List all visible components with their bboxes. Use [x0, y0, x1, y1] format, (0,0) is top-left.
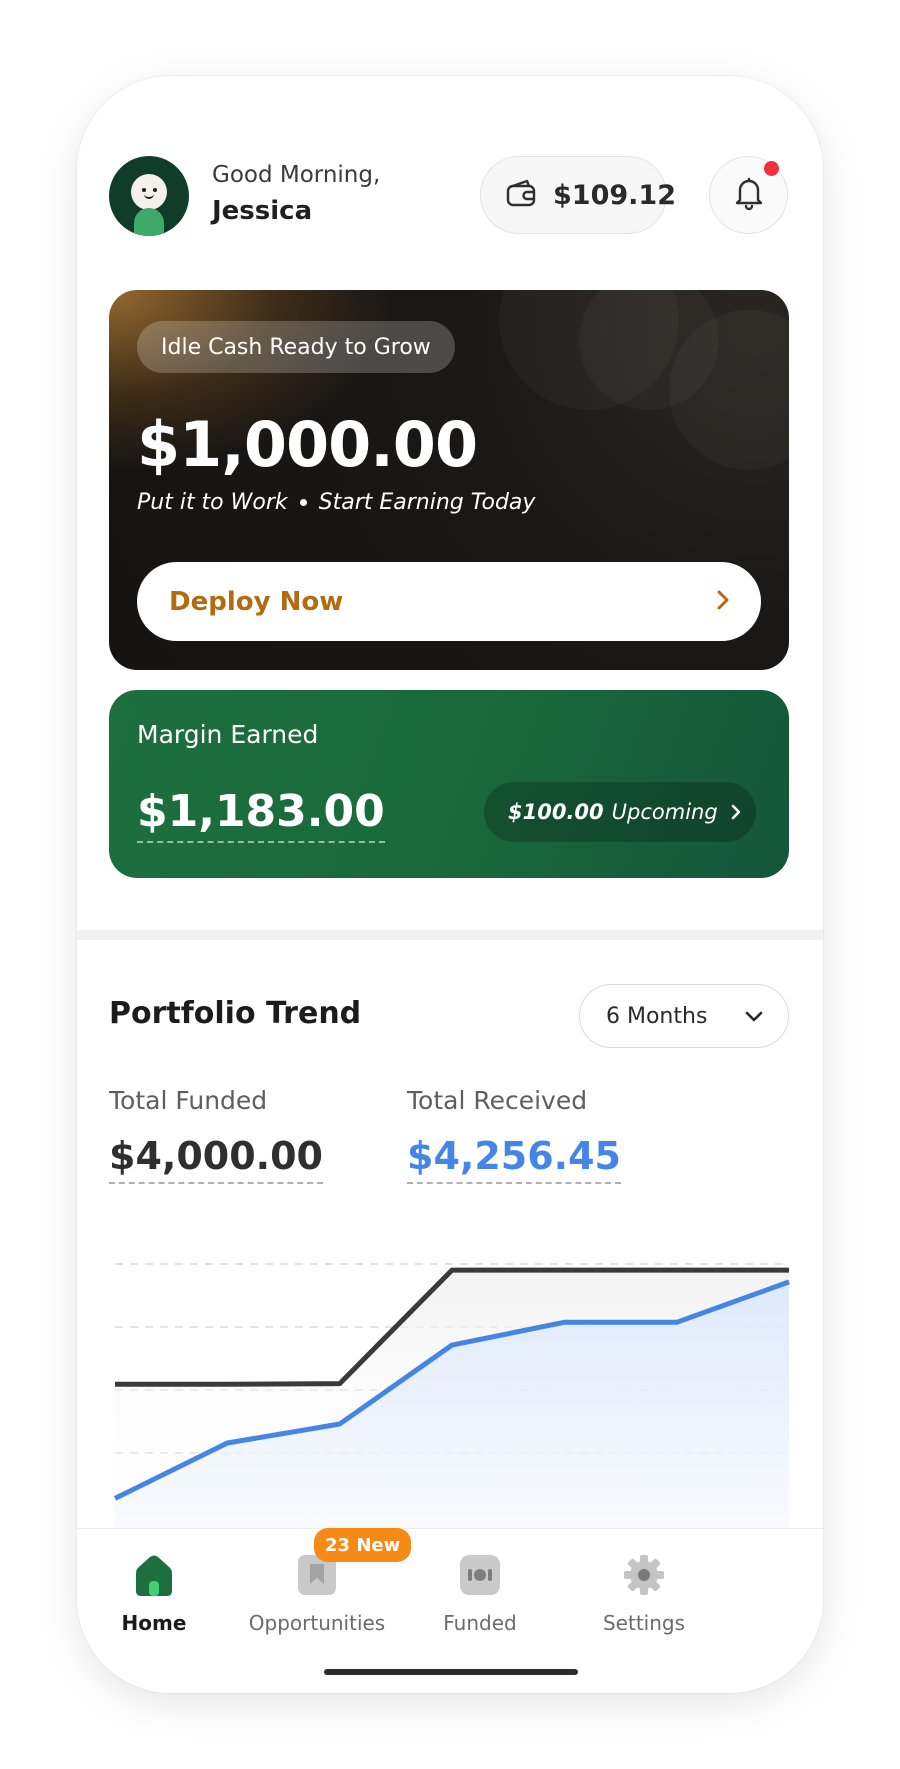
notification-dot: [764, 161, 779, 176]
idle-subtitle-part1: Put it to Work: [137, 490, 288, 515]
upcoming-amount: $100.00: [508, 800, 604, 824]
total-funded-label: Total Funded: [109, 1086, 268, 1115]
home-indicator: [324, 1669, 578, 1675]
chevron-right-icon: [730, 802, 742, 822]
phone-frame: Good Morning, Jessica $109.12 Idle Cash …: [77, 76, 823, 1693]
avatar-face: [131, 174, 167, 210]
idle-cash-tag: Idle Cash Ready to Grow: [137, 321, 455, 373]
period-selected-value: 6 Months: [606, 1003, 708, 1029]
total-received-value[interactable]: $4,256.45: [407, 1134, 621, 1184]
margin-earned-title: Margin Earned: [137, 720, 319, 749]
home-icon: [130, 1551, 178, 1599]
tab-settings[interactable]: Settings: [569, 1551, 719, 1635]
wallet-icon: [505, 177, 539, 213]
section-divider: [77, 930, 823, 940]
deploy-now-label: Deploy Now: [169, 586, 344, 617]
tab-home-label: Home: [121, 1611, 187, 1635]
wallet-balance-value: $109.12: [553, 179, 676, 211]
new-opportunities-badge: 23 New: [314, 1528, 412, 1562]
idle-cash-amount: $1,000.00: [137, 408, 478, 481]
notifications-button[interactable]: [709, 156, 788, 234]
period-dropdown[interactable]: 6 Months: [579, 984, 789, 1048]
tab-funded-label: Funded: [443, 1611, 517, 1635]
funded-icon: [456, 1551, 504, 1599]
idle-cash-subtitle: Put it to Work Start Earning Today: [137, 490, 535, 515]
idle-subtitle-part2: Start Earning Today: [318, 490, 536, 515]
wallet-balance-button[interactable]: $109.12: [480, 156, 676, 234]
tab-home[interactable]: Home: [79, 1551, 229, 1635]
separator-dot: [299, 499, 307, 506]
user-name: Jessica: [212, 196, 313, 226]
margin-earned-card[interactable]: Margin Earned $1,183.00 $100.00 Upcoming: [109, 690, 789, 878]
chevron-down-icon: [744, 1010, 764, 1022]
upcoming-payout-button[interactable]: $100.00 Upcoming: [484, 782, 756, 842]
bell-icon: [732, 175, 766, 215]
greeting-text: Good Morning,: [212, 162, 381, 188]
total-received-label: Total Received: [407, 1086, 588, 1115]
upcoming-label: Upcoming: [611, 800, 718, 824]
idle-cash-card: Idle Cash Ready to Grow $1,000.00 Put it…: [109, 290, 789, 670]
portfolio-trend-title: Portfolio Trend: [109, 996, 362, 1031]
avatar[interactable]: [109, 156, 189, 236]
margin-earned-amount: $1,183.00: [137, 786, 385, 843]
tab-opportunities[interactable]: Opportunities: [242, 1551, 392, 1635]
avatar-body: [134, 208, 164, 236]
tab-funded[interactable]: Funded: [405, 1551, 555, 1635]
deploy-now-button[interactable]: Deploy Now: [137, 562, 761, 641]
chevron-right-icon: [715, 588, 731, 616]
tab-settings-label: Settings: [602, 1611, 686, 1635]
portfolio-trend-chart: [113, 1263, 790, 1531]
gear-icon: [620, 1551, 668, 1599]
tab-opportunities-label: Opportunities: [248, 1611, 386, 1635]
total-funded-value[interactable]: $4,000.00: [109, 1134, 323, 1184]
